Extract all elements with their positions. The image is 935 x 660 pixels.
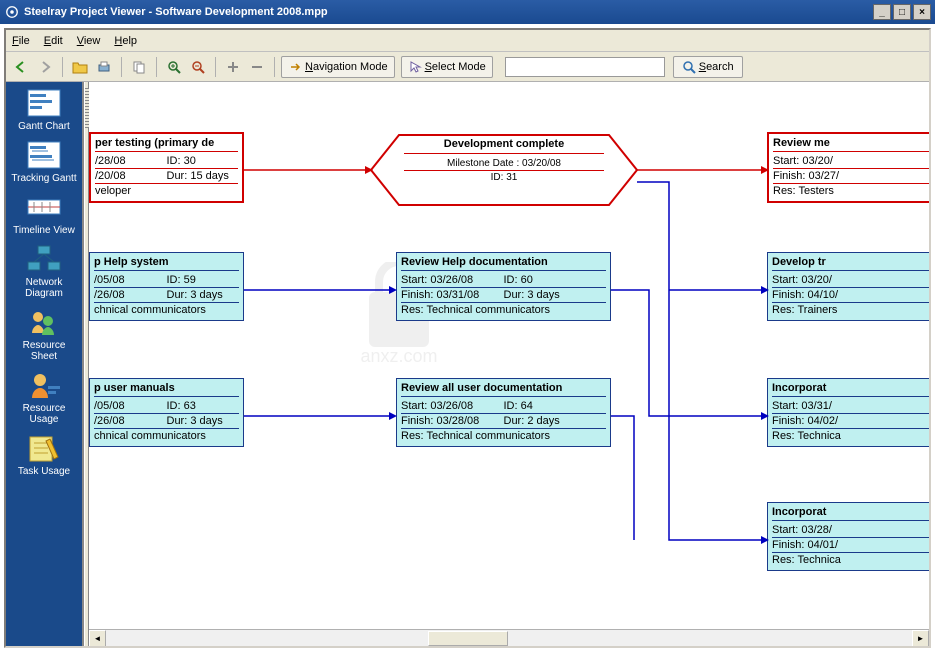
sidebar-item-resource-sheet[interactable]: Resource Sheet: [9, 307, 79, 362]
sidebar-item-tracking[interactable]: Tracking Gantt: [9, 140, 79, 184]
gantt-icon: [26, 88, 62, 118]
menu-view[interactable]: View: [77, 35, 101, 47]
zoom-in-button[interactable]: [163, 56, 185, 78]
tracking-gantt-icon: [26, 140, 62, 170]
navigation-mode-button[interactable]: NNavigation Modeavigation Mode: [281, 56, 395, 78]
zoom-out-button[interactable]: [187, 56, 209, 78]
scroll-right-button[interactable]: ►: [912, 630, 929, 646]
search-button[interactable]: Search: [673, 56, 743, 78]
minimize-button[interactable]: _: [873, 4, 891, 20]
menubar: File Edit View Help: [6, 30, 929, 52]
sidebar: Gantt Chart Tracking Gantt Timeline View…: [6, 82, 84, 646]
sidebar-item-timeline[interactable]: Timeline View: [9, 192, 79, 236]
connector-lines: [89, 82, 929, 629]
maximize-button[interactable]: □: [893, 4, 911, 20]
timeline-icon: [26, 192, 62, 222]
back-button[interactable]: [10, 56, 32, 78]
print-button[interactable]: [93, 56, 115, 78]
forward-button[interactable]: [34, 56, 56, 78]
scroll-left-button[interactable]: ◄: [89, 630, 106, 646]
close-button[interactable]: ×: [913, 4, 931, 20]
open-button[interactable]: [69, 56, 91, 78]
sidebar-item-resource-usage[interactable]: Resource Usage: [9, 370, 79, 425]
scroll-thumb[interactable]: [428, 631, 508, 646]
resource-usage-icon: [26, 370, 62, 400]
resource-sheet-icon: [26, 307, 62, 337]
toolbar: NNavigation Modeavigation Mode Select Mo…: [6, 52, 929, 82]
sidebar-item-task-usage[interactable]: Task Usage: [9, 433, 79, 477]
network-diagram-canvas[interactable]: anxz.com per testing (primary de /28/08I…: [89, 82, 929, 629]
sidebar-item-network[interactable]: Network Diagram: [9, 244, 79, 299]
collapse-button[interactable]: [246, 56, 268, 78]
search-input[interactable]: [505, 57, 665, 77]
menu-edit[interactable]: Edit: [44, 35, 63, 47]
menu-help[interactable]: Help: [114, 35, 137, 47]
menu-file[interactable]: File: [12, 35, 30, 47]
copy-button[interactable]: [128, 56, 150, 78]
task-usage-icon: [26, 433, 62, 463]
sidebar-item-gantt[interactable]: Gantt Chart: [9, 88, 79, 132]
select-mode-button[interactable]: Select Mode: [401, 56, 493, 78]
titlebar: Steelray Project Viewer - Software Devel…: [0, 0, 935, 24]
expand-button[interactable]: [222, 56, 244, 78]
app-icon: [4, 4, 20, 20]
horizontal-scrollbar[interactable]: ◄ ►: [89, 629, 929, 646]
network-diagram-icon: [26, 244, 62, 274]
window-title: Steelray Project Viewer - Software Devel…: [24, 6, 328, 18]
